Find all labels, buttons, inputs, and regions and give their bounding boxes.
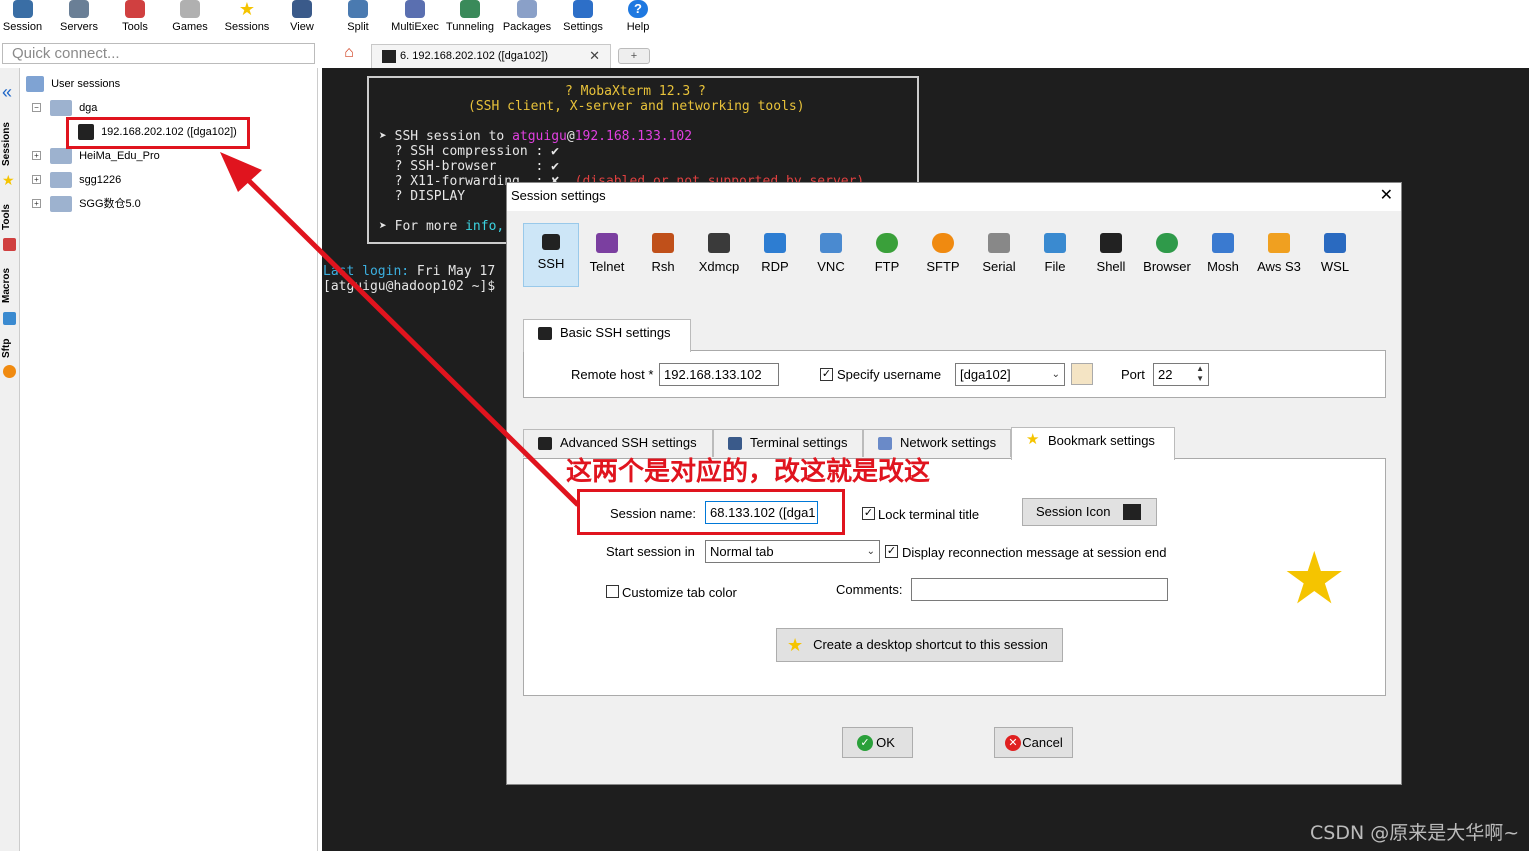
annotation-arrow <box>220 152 580 507</box>
watermark: CSDN @原来是大华啊~ <box>1310 822 1520 844</box>
ssh-key-icon <box>538 327 552 340</box>
tab-basic-ssh-settings[interactable]: Basic SSH settings <box>523 319 691 352</box>
tab-bookmark-settings[interactable]: ★ Bookmark settings <box>1011 427 1175 460</box>
star-icon: ★ <box>1026 431 1040 448</box>
